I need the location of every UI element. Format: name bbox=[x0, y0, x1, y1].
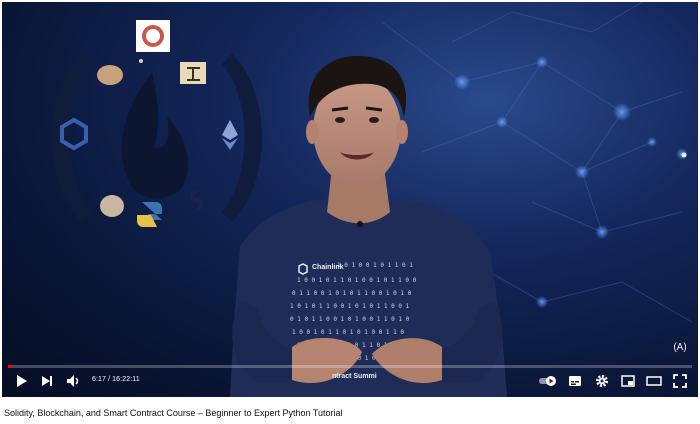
progress-fill bbox=[8, 365, 13, 368]
settings-gear-icon[interactable] bbox=[595, 374, 609, 388]
play-icon[interactable] bbox=[14, 374, 28, 388]
time-display: 6:17 / 16:22:11 bbox=[92, 376, 140, 383]
hamster-icon bbox=[97, 65, 123, 85]
dog-icon bbox=[100, 195, 124, 217]
progress-bar[interactable] bbox=[8, 365, 692, 368]
svg-text:0 1 1 0 0 1 0 1 0 1 1 0 0 1 0: 0 1 1 0 0 1 0 1 0 1 1 0 0 1 0 1 0 bbox=[292, 290, 412, 297]
svg-text:1 0 1 0 1 1 0 0 1 0 1 0 1 1 0: 1 0 1 0 1 1 0 0 1 0 1 0 1 1 0 0 1 bbox=[290, 303, 410, 310]
autoplay-toggle-icon[interactable] bbox=[538, 375, 558, 387]
miniplayer-icon[interactable] bbox=[621, 375, 635, 387]
subtitles-icon[interactable] bbox=[568, 375, 582, 387]
shirt-brand-text: Chainlink bbox=[312, 264, 344, 271]
svg-text:1 0 0 1 0 1 1 0 1 0 0 1 0 1 1: 1 0 0 1 0 1 1 0 1 0 0 1 0 1 1 0 0 bbox=[297, 277, 417, 284]
svg-text:1 0 0 1 0 1 1 0 1 0 1 0 0 1 1: 1 0 0 1 0 1 1 0 1 0 1 0 0 1 1 0 bbox=[292, 329, 404, 336]
current-time: 6:17 bbox=[92, 376, 107, 383]
svg-text:0 1 0 1 1 0 0 1 0 1 0 0 1 1 0: 0 1 0 1 1 0 0 1 0 1 0 0 1 1 0 1 0 bbox=[290, 316, 410, 323]
video-player[interactable]: 1 0 1 0 0 1 0 1 1 0 1 1 0 0 1 0 1 1 0 1 … bbox=[2, 2, 698, 397]
video-title[interactable]: Solidity, Blockchain, and Smart Contract… bbox=[4, 408, 343, 418]
video-frame: 1 0 1 0 0 1 0 1 1 0 1 1 0 0 1 0 1 1 0 1 … bbox=[52, 2, 693, 397]
presenter: 1 0 1 0 0 1 0 1 1 0 1 1 0 0 1 0 1 1 0 1 … bbox=[230, 55, 507, 397]
volume-icon[interactable] bbox=[66, 374, 82, 388]
fullscreen-icon[interactable] bbox=[673, 374, 687, 388]
shirt-bottom-text: ntract Summi bbox=[332, 373, 377, 380]
duration: 16:22:11 bbox=[112, 376, 140, 383]
channel-watermark-logo[interactable]: (A) bbox=[668, 342, 692, 364]
s-icon bbox=[190, 190, 204, 210]
ethereum-icon bbox=[222, 120, 238, 140]
theater-mode-icon[interactable] bbox=[646, 375, 662, 387]
svg-text:1 0 1 0 0 1 0 1 1 0 1: 1 0 1 0 0 1 0 1 1 0 1 bbox=[337, 262, 413, 269]
next-icon[interactable] bbox=[40, 374, 54, 388]
